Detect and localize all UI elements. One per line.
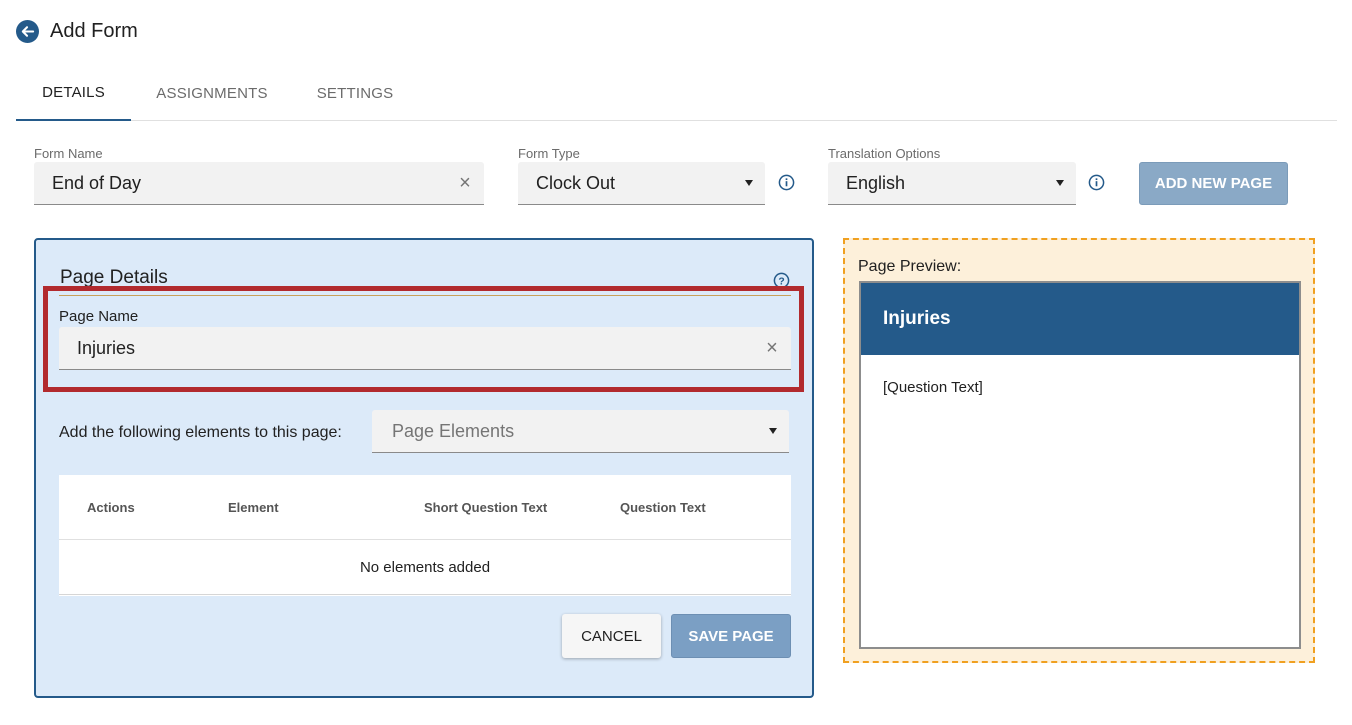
translation-select[interactable]: English <box>828 162 1076 205</box>
tab-assignments[interactable]: ASSIGNMENTS <box>131 66 293 121</box>
form-type-select[interactable]: Clock Out <box>518 162 765 205</box>
page-title: Add Form <box>50 20 138 42</box>
page-elements-select[interactable]: Page Elements <box>372 410 789 453</box>
chevron-down-icon <box>769 428 777 434</box>
preview-page-title: Injuries <box>861 283 1299 355</box>
cancel-button[interactable]: CANCEL <box>562 614 661 658</box>
form-type-value: Clock Out <box>536 172 616 193</box>
column-header-actions: Actions <box>87 500 135 515</box>
highlight-annotation <box>43 286 804 392</box>
tab-settings[interactable]: SETTINGS <box>293 66 417 121</box>
elements-prompt: Add the following elements to this page: <box>59 424 342 441</box>
add-new-page-button[interactable]: ADD NEW PAGE <box>1139 162 1288 205</box>
preview-question-text: [Question Text] <box>883 379 983 396</box>
info-icon[interactable] <box>1088 174 1105 191</box>
table-header: Actions Element Short Question Text Ques… <box>59 475 791 540</box>
clear-icon[interactable]: × <box>456 173 474 193</box>
save-page-button[interactable]: SAVE PAGE <box>671 614 791 658</box>
arrow-left-icon <box>21 26 35 37</box>
form-type-label: Form Type <box>518 146 580 161</box>
tab-bar: DETAILS ASSIGNMENTS SETTINGS <box>16 66 1337 121</box>
form-name-value: End of Day <box>52 172 142 193</box>
info-icon[interactable] <box>778 174 795 191</box>
column-header-question: Question Text <box>620 500 706 515</box>
column-header-element: Element <box>228 500 279 515</box>
page-elements-placeholder: Page Elements <box>392 420 515 441</box>
page-header: Add Form <box>16 20 138 43</box>
translation-label: Translation Options <box>828 146 941 161</box>
back-button[interactable] <box>16 20 39 43</box>
chevron-down-icon <box>1056 180 1064 186</box>
column-header-short-question: Short Question Text <box>424 500 548 515</box>
empty-table-message: No elements added <box>59 540 791 595</box>
preview-frame: Injuries [Question Text] <box>859 281 1301 649</box>
chevron-down-icon <box>745 180 753 186</box>
translation-value: English <box>846 172 906 193</box>
page-details-panel: Page Details ? Page Name Injuries × Add … <box>34 238 814 698</box>
tab-details[interactable]: DETAILS <box>16 66 131 121</box>
page-preview-label: Page Preview: <box>858 258 962 275</box>
form-name-label: Form Name <box>34 146 103 161</box>
elements-table: Actions Element Short Question Text Ques… <box>59 475 791 596</box>
form-name-field[interactable]: End of Day × <box>34 162 484 205</box>
page-preview-panel: Page Preview: Injuries [Question Text] <box>843 238 1315 663</box>
